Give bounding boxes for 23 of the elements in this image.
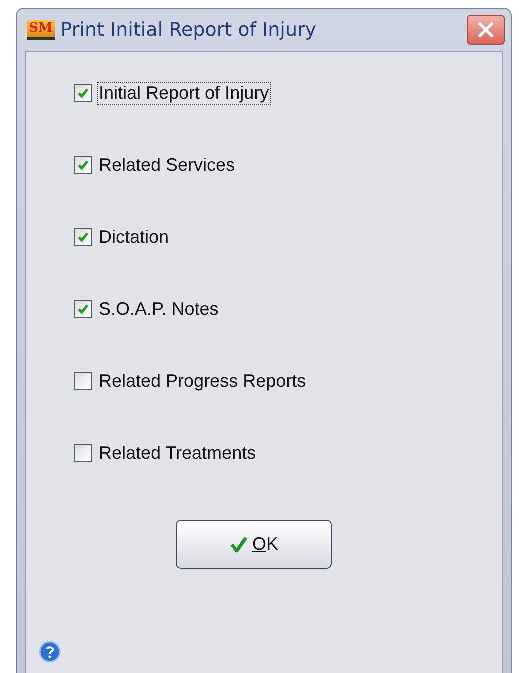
checkmark-icon xyxy=(76,158,90,172)
checkbox[interactable] xyxy=(74,84,92,102)
checkbox-label[interactable]: Related Treatments xyxy=(97,442,258,464)
close-button[interactable] xyxy=(467,15,505,45)
checkbox-label[interactable]: Related Services xyxy=(97,154,238,176)
checkmark-icon xyxy=(76,302,90,316)
checkmark-icon xyxy=(229,534,250,554)
checkbox[interactable] xyxy=(74,228,92,246)
checkmark-icon xyxy=(76,86,90,100)
checkbox[interactable] xyxy=(74,444,92,462)
help-icon[interactable] xyxy=(39,641,61,663)
checkbox[interactable] xyxy=(74,300,92,318)
checkbox[interactable] xyxy=(74,156,92,174)
ok-button[interactable]: OK xyxy=(176,520,332,569)
checkbox-label[interactable]: S.O.A.P. Notes xyxy=(97,298,221,320)
window-title: Print Initial Report of Injury xyxy=(60,19,318,41)
checkmark-icon xyxy=(76,230,90,244)
app-logo: SM xyxy=(27,20,55,40)
checkbox-label[interactable]: Related Progress Reports xyxy=(97,370,308,392)
close-icon xyxy=(476,20,496,40)
checkbox-label[interactable]: Initial Report of Injury xyxy=(97,82,272,104)
checkbox[interactable] xyxy=(74,372,92,390)
checkbox-label[interactable]: Dictation xyxy=(97,226,172,248)
